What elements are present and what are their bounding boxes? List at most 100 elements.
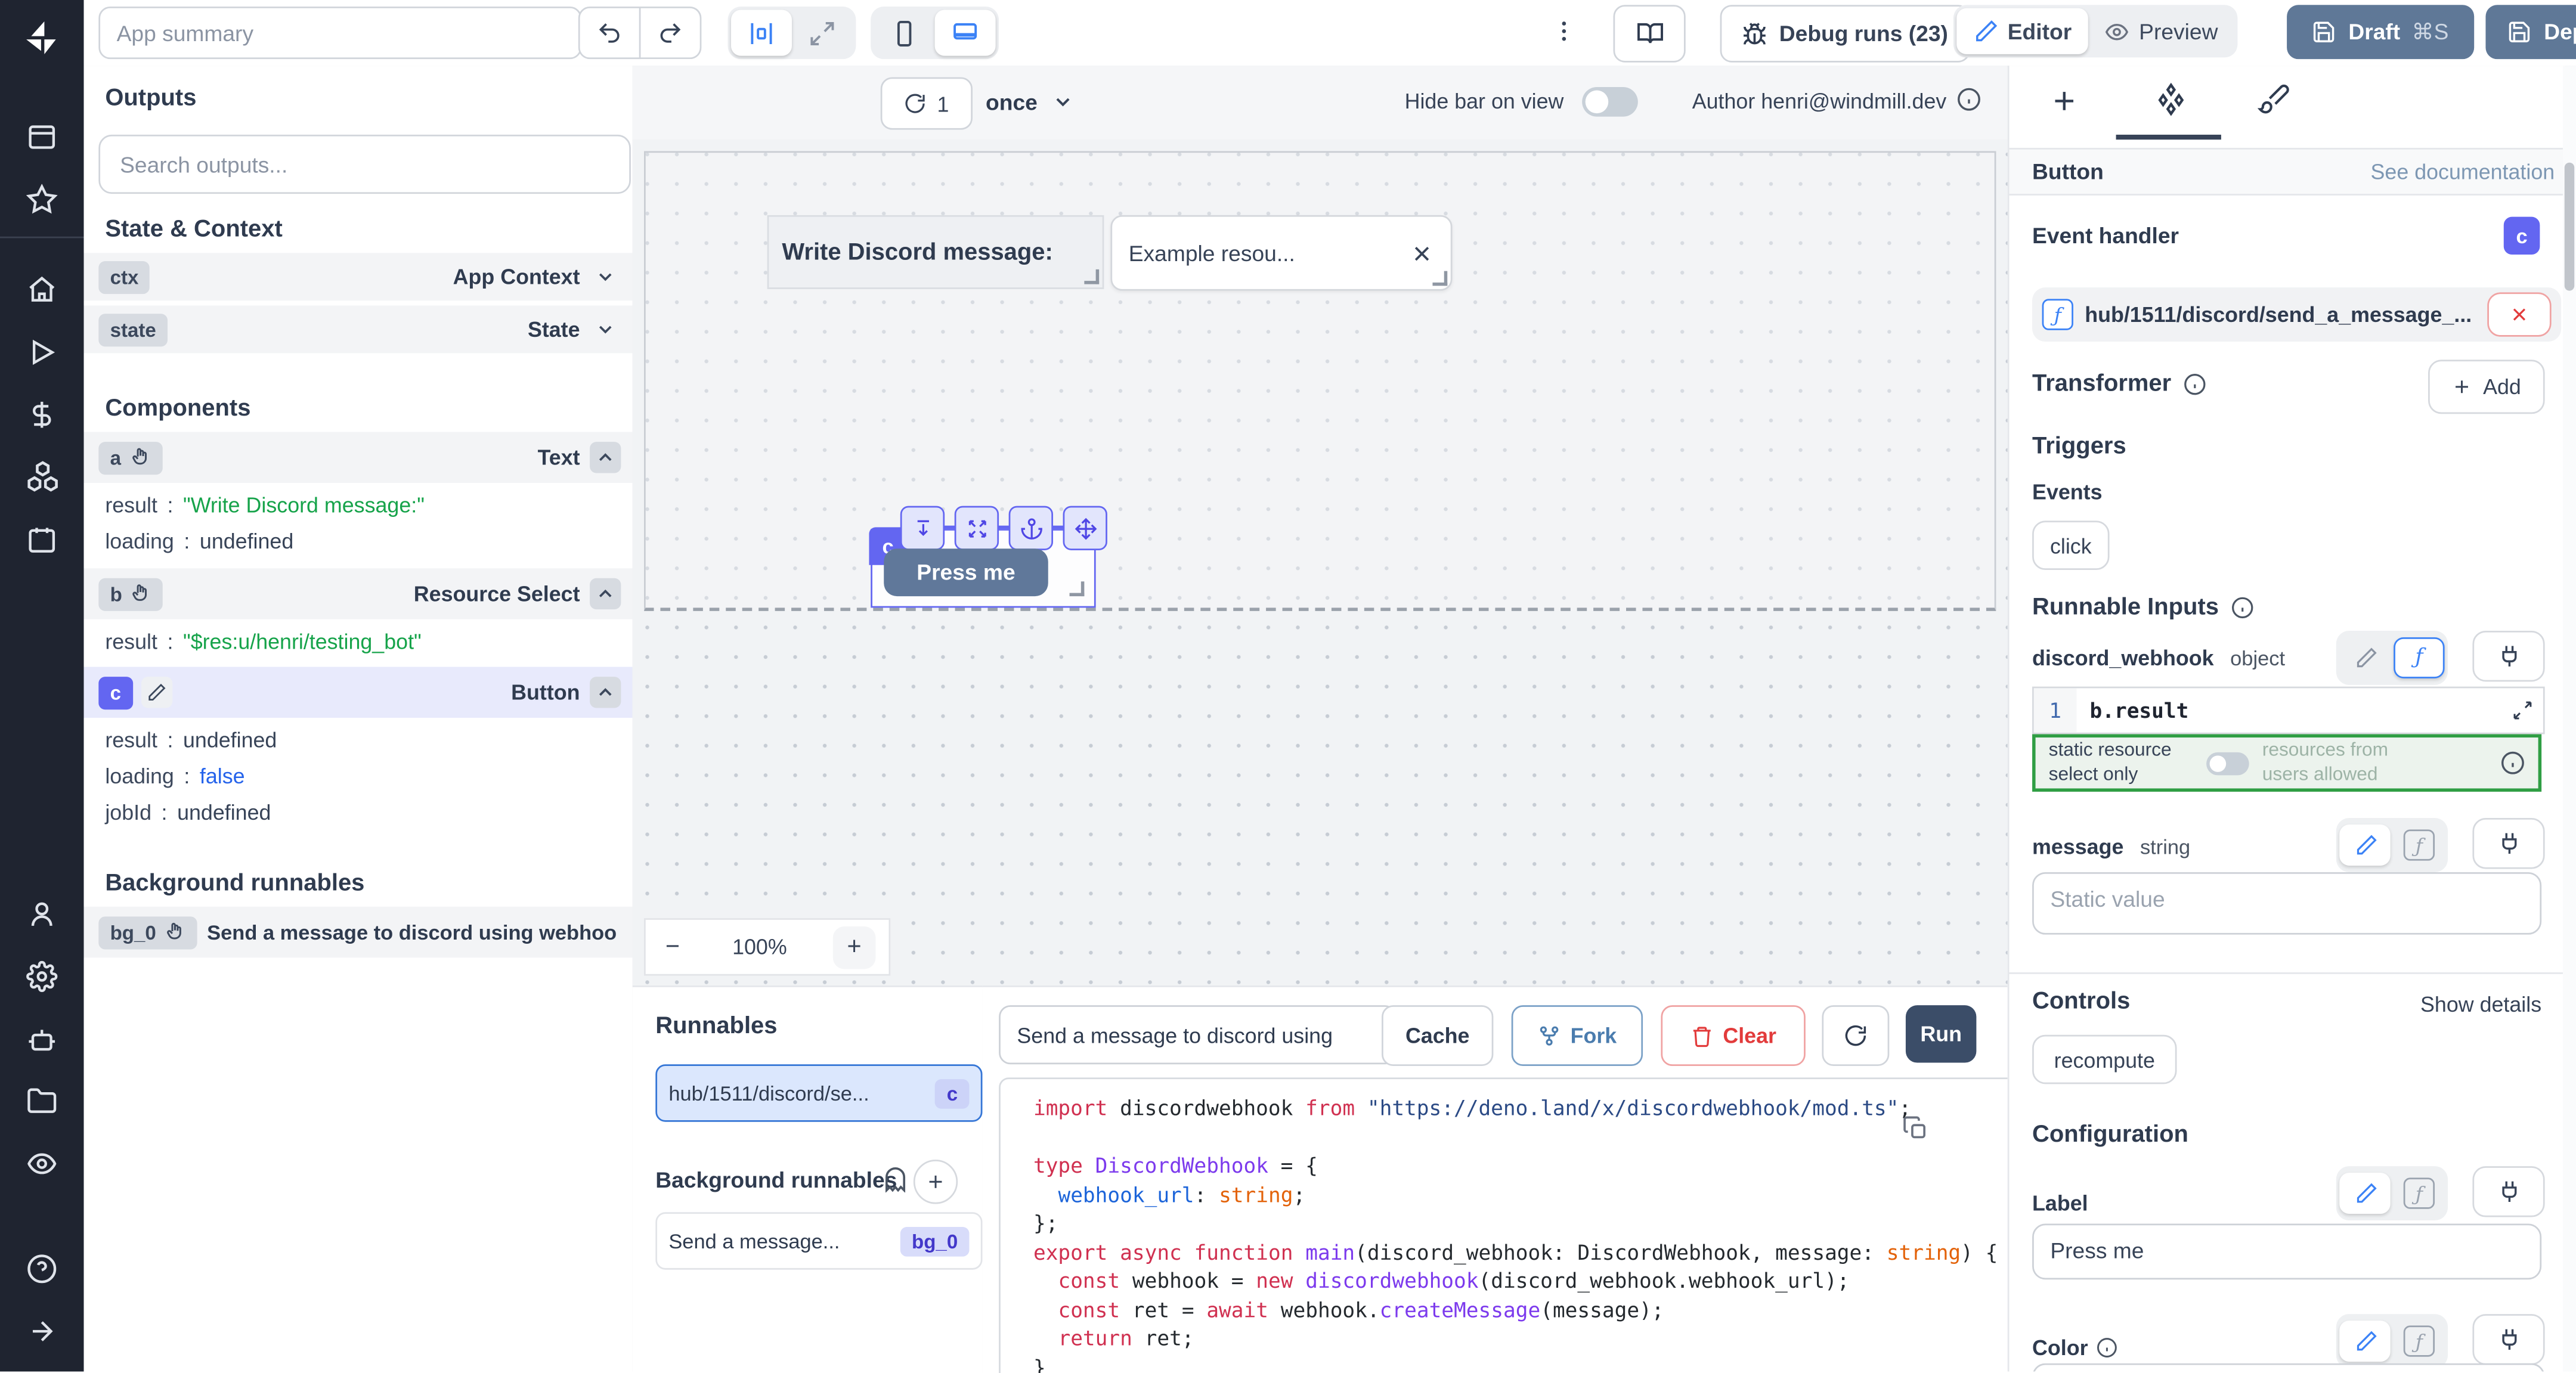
apps-icon[interactable] [0, 105, 84, 168]
expression-mode-button[interactable]: ƒ [2394, 825, 2444, 866]
user-icon[interactable] [0, 882, 84, 944]
reload-button[interactable] [1822, 1005, 1889, 1066]
runnable-item-selected[interactable]: hub/1511/discord/se... c [655, 1064, 982, 1121]
home-icon[interactable] [0, 258, 84, 321]
press-me-button[interactable]: Press me [884, 548, 1048, 596]
fullwidth-layout-button[interactable] [792, 10, 853, 56]
info-icon[interactable] [2182, 373, 2206, 396]
app-summary-input[interactable] [98, 7, 581, 59]
color-static-input-partial[interactable] [2032, 1363, 2545, 1372]
event-handler-chip[interactable]: ƒ hub/1511/discord/send_a_message_... [2032, 287, 2561, 342]
deploy-button[interactable]: Deploy [2485, 5, 2576, 59]
component-row-c-selected[interactable]: c Button [84, 667, 633, 718]
cache-button[interactable]: Cache [1382, 1005, 1493, 1066]
runs-icon[interactable] [0, 320, 84, 383]
add-background-runnable-button[interactable] [914, 1160, 958, 1204]
expression-mode-button[interactable]: ƒ [2394, 1173, 2444, 1214]
copy-code-button[interactable] [1902, 1115, 1928, 1142]
expression-editor[interactable]: 1 b.result [2032, 687, 2545, 734]
resize-handle[interactable] [1070, 581, 1085, 596]
desktop-view-button[interactable] [935, 10, 996, 56]
draft-button[interactable]: Draft ⌘S [2287, 5, 2474, 59]
resize-handle[interactable] [1432, 271, 1447, 286]
remove-handler-button[interactable] [2487, 292, 2551, 336]
info-icon[interactable] [2096, 1337, 2117, 1359]
bg-runnable-item[interactable]: Send a message... bg_0 [655, 1212, 982, 1269]
tab-editor[interactable]: Editor [1956, 8, 2088, 54]
fullscreen-button[interactable] [955, 506, 999, 550]
move-button[interactable] [1063, 506, 1107, 550]
audit-eye-icon[interactable] [0, 1132, 84, 1194]
scrollbar-thumb[interactable] [2565, 163, 2575, 291]
text-component-a[interactable]: Write Discord message: [767, 215, 1104, 289]
schedules-icon[interactable] [0, 507, 84, 570]
add-transformer-button[interactable]: Add [2428, 359, 2545, 414]
fork-button[interactable]: Fork [1512, 1005, 1643, 1066]
settings-gear-icon[interactable] [0, 944, 84, 1007]
collapse-arrow-icon[interactable] [0, 1299, 84, 1362]
more-menu-button[interactable] [1551, 13, 1577, 49]
expression-mode-button[interactable]: ƒ [2394, 637, 2444, 678]
tab-component-settings[interactable] [2154, 82, 2188, 117]
resources-icon[interactable] [0, 445, 84, 508]
info-icon[interactable] [1956, 87, 1981, 111]
clear-selection-x-icon[interactable] [1410, 241, 1434, 265]
bg-runnable-row[interactable]: bg_0 Send a message to discord using web… [84, 907, 633, 957]
chevron-down-icon[interactable] [590, 261, 621, 292]
tab-styling[interactable] [2258, 82, 2290, 115]
undo-button[interactable] [578, 7, 641, 59]
zoom-out-button[interactable]: − [659, 933, 686, 961]
static-mode-button[interactable] [2339, 1321, 2390, 1362]
favorites-star-icon[interactable] [0, 168, 84, 230]
edit-id-button[interactable] [141, 677, 172, 708]
settings-scrollbar[interactable] [2563, 66, 2576, 1371]
output-row-state[interactable]: state State [84, 305, 633, 353]
run-button[interactable]: Run [1906, 1005, 1976, 1062]
windmill-logo[interactable] [0, 0, 84, 76]
chevron-up-icon[interactable] [590, 578, 621, 609]
docs-button[interactable] [1614, 5, 1686, 62]
expand-editor-button[interactable] [2512, 688, 2543, 732]
resource-mode-toggle[interactable] [2206, 751, 2249, 774]
static-mode-button[interactable] [2339, 637, 2390, 678]
chevron-down-icon[interactable] [590, 314, 621, 345]
tab-insert-component[interactable] [2049, 85, 2080, 116]
anchor-button[interactable] [1009, 506, 1053, 550]
component-row-a[interactable]: a Text [84, 432, 633, 483]
workers-icon[interactable] [0, 1007, 84, 1070]
center-layout-button[interactable] [731, 10, 792, 56]
resize-handle[interactable] [1084, 269, 1099, 284]
message-static-input[interactable] [2032, 872, 2541, 935]
zoom-in-button[interactable]: + [833, 925, 876, 968]
search-outputs-input[interactable] [98, 135, 631, 194]
show-details-link[interactable]: Show details [2420, 992, 2541, 1016]
connect-input-button[interactable] [2472, 1166, 2544, 1217]
chevron-up-icon[interactable] [590, 442, 621, 473]
help-icon[interactable] [0, 1237, 84, 1300]
clear-button[interactable]: Clear [1661, 1005, 1805, 1066]
button-component-c-selected[interactable]: c Press me [871, 529, 1095, 608]
output-row-ctx[interactable]: ctx App Context [84, 253, 633, 300]
connect-input-button[interactable] [2472, 631, 2544, 681]
expression-mode-button[interactable]: ƒ [2394, 1321, 2444, 1362]
info-icon[interactable] [2500, 751, 2525, 775]
redo-button[interactable] [640, 7, 701, 59]
run-mode-dropdown[interactable]: once [986, 77, 1073, 126]
see-documentation-link[interactable]: See documentation [2371, 159, 2565, 184]
mobile-view-button[interactable] [874, 10, 935, 56]
app-canvas[interactable]: Write Discord message: Example resou... … [633, 140, 2008, 985]
folders-icon[interactable] [0, 1070, 84, 1132]
label-static-input[interactable]: Press me [2032, 1224, 2541, 1280]
click-event-chip[interactable]: click [2032, 520, 2109, 570]
connect-input-button[interactable] [2472, 818, 2544, 869]
code-editor[interactable]: import discordwebhook from "https://deno… [999, 1077, 2008, 1373]
static-mode-button[interactable] [2339, 825, 2390, 866]
static-mode-button[interactable] [2339, 1173, 2390, 1214]
hide-bar-toggle[interactable] [1582, 87, 1638, 117]
runnable-name-input[interactable] [999, 1005, 1397, 1064]
component-row-b[interactable]: b Resource Select [84, 568, 633, 619]
connect-input-button[interactable] [2472, 1314, 2544, 1365]
expand-down-button[interactable] [900, 506, 945, 550]
recompute-chip[interactable]: recompute [2032, 1035, 2176, 1084]
tab-preview[interactable]: Preview [2088, 8, 2234, 54]
